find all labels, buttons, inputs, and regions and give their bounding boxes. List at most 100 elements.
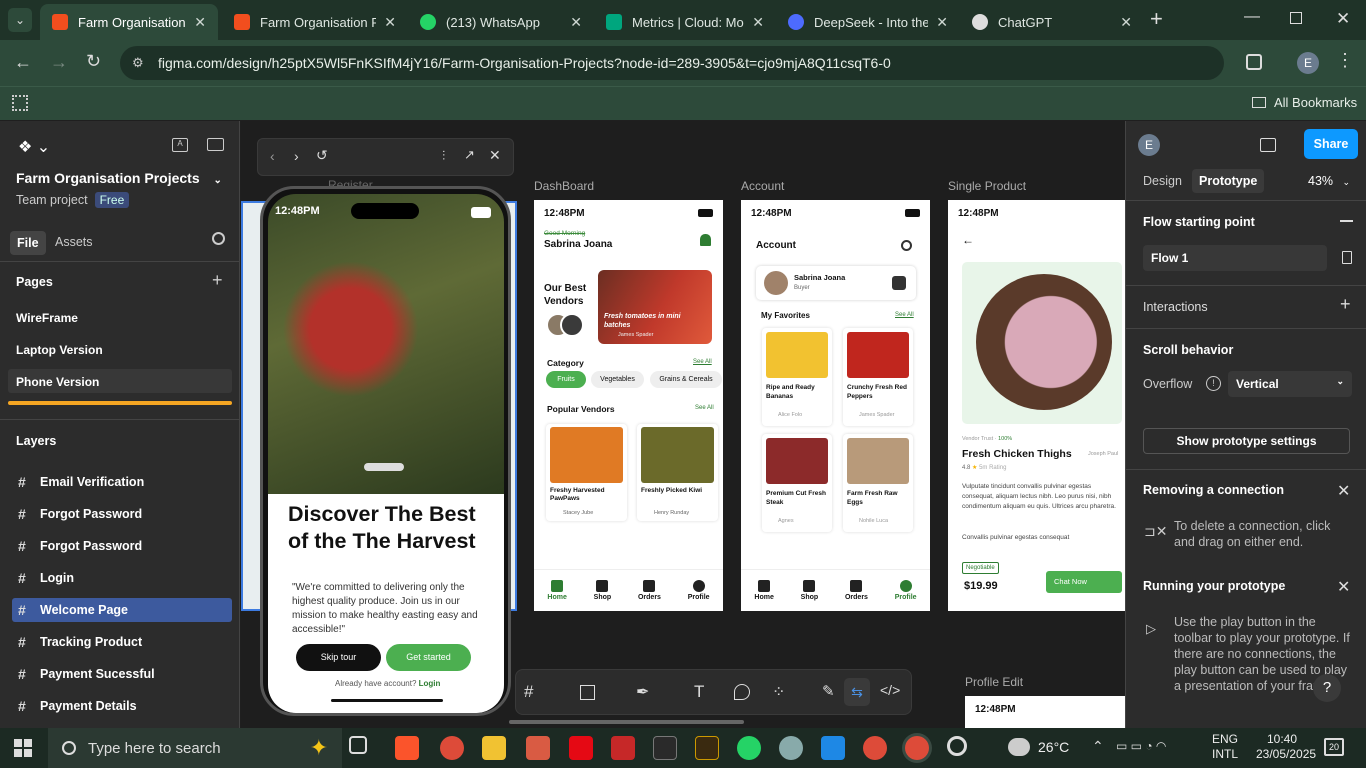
app-icon[interactable] — [526, 736, 550, 760]
layer-login[interactable]: # Login — [12, 566, 232, 590]
canvas-scrollbar[interactable] — [509, 720, 744, 724]
favorite-card[interactable]: Premium Cut Fresh Steak Agnes — [762, 434, 832, 532]
login-link[interactable]: Login — [419, 679, 441, 688]
next-frame-icon[interactable]: › — [294, 148, 299, 164]
pages-resize-handle[interactable] — [8, 401, 232, 405]
assets-tab[interactable]: Assets — [55, 235, 93, 249]
single-product-frame[interactable]: 12:48PM ← Vendor Trust · 100% Fresh Chic… — [948, 200, 1125, 611]
app-icon[interactable] — [611, 736, 635, 760]
design-tab[interactable]: Design — [1143, 174, 1182, 188]
task-view-icon[interactable] — [349, 736, 367, 754]
prototype-mode-icon[interactable]: ⇆ — [844, 678, 870, 706]
flow-details-icon[interactable] — [1342, 251, 1352, 264]
site-info-icon[interactable]: ⚙ — [132, 55, 144, 71]
chevron-up-icon[interactable]: ⌃ — [1092, 738, 1104, 755]
tab-figma-1[interactable]: Farm Organisation Pr✕ — [40, 4, 218, 40]
minimize-button[interactable]: — — [1244, 8, 1260, 26]
back-arrow-icon[interactable]: ← — [962, 233, 974, 247]
tray-icons[interactable]: ▭ ▭ ◔ ◠ — [1116, 739, 1166, 753]
profile-card[interactable]: Sabrina Joana Buyer — [756, 266, 916, 300]
layer-forgot-password[interactable]: # Forgot Password — [12, 502, 232, 526]
user-avatar[interactable]: E — [1138, 134, 1160, 156]
frame-label-profile-edit[interactable]: Profile Edit — [965, 675, 1023, 689]
add-interaction-button[interactable]: + — [1340, 294, 1351, 315]
vscode-icon[interactable] — [821, 736, 845, 760]
category-chip-grains[interactable]: Grains & Cereals — [650, 371, 722, 388]
figma-menu-icon[interactable]: ❖ ⌄ — [18, 137, 50, 157]
get-started-button[interactable]: Get started — [386, 644, 471, 671]
close-icon[interactable]: ✕ — [570, 14, 582, 31]
tab-chatgpt[interactable]: ChatGPT ✕ — [960, 4, 1144, 40]
reload-button[interactable]: ↻ — [86, 51, 101, 72]
app-icon[interactable] — [695, 736, 719, 760]
nav-shop[interactable]: Shop — [594, 580, 611, 601]
project-title[interactable]: Farm Organisation Projects ⌄ — [16, 170, 222, 186]
dashboard-frame[interactable]: 12:48PM Good Morning Sabrina Joana Our B… — [534, 200, 723, 611]
nav-home[interactable]: Home — [547, 580, 567, 601]
favorite-card[interactable]: Ripe and Ready Bananas Alice Folo — [762, 328, 832, 426]
restart-icon[interactable]: ↺ — [316, 147, 328, 164]
open-external-icon[interactable]: ↗ — [464, 147, 475, 163]
close-icon[interactable]: ✕ — [384, 14, 396, 31]
page-item-wireframe[interactable]: WireFrame — [16, 311, 78, 325]
layer-payment-successful[interactable]: # Payment Sucessful — [12, 662, 232, 686]
layer-payment-details[interactable]: # Payment Details — [12, 694, 232, 718]
clock[interactable]: 10:40 23/05/2025 — [1256, 732, 1316, 762]
netflix-icon[interactable] — [569, 736, 593, 760]
settings-sliders-icon[interactable]: ⫶ — [442, 148, 445, 164]
close-icon[interactable]: ✕ — [1337, 481, 1350, 501]
tab-metrics[interactable]: Metrics | Cloud: Mon ✕ — [594, 4, 776, 40]
favorite-card[interactable]: Farm Fresh Raw Eggs Nohile Luca — [843, 434, 913, 532]
temperature[interactable]: 26°C — [1038, 739, 1069, 755]
nav-profile[interactable]: Profile — [688, 580, 710, 601]
help-button[interactable]: ? — [1313, 674, 1341, 702]
nav-orders[interactable]: Orders — [845, 580, 868, 601]
chrome-icon[interactable] — [440, 736, 464, 760]
tab-whatsapp[interactable]: (213) WhatsApp ✕ — [408, 4, 594, 40]
layer-welcome-page[interactable]: # Welcome Page — [12, 598, 232, 622]
close-icon[interactable]: ✕ — [1120, 14, 1132, 31]
close-icon[interactable]: ✕ — [1337, 577, 1350, 597]
ai-icon[interactable]: A — [172, 138, 188, 152]
close-icon[interactable]: ✕ — [936, 14, 948, 31]
settings-gear-icon[interactable] — [901, 240, 912, 251]
prev-frame-icon[interactable]: ‹ — [270, 148, 275, 164]
text-tool-icon[interactable]: T — [694, 682, 704, 702]
product-card[interactable]: Freshy Harvested PawPaws Stacey Jube — [546, 424, 627, 521]
apps-grid-icon[interactable] — [12, 95, 28, 111]
url-bar[interactable]: ⚙ figma.com/design/h25ptX5Wl5FnKSIfM4jY1… — [120, 46, 1224, 80]
vendor-avatars[interactable] — [546, 313, 586, 337]
comment-tool-icon[interactable] — [734, 684, 750, 700]
frame-label-account[interactable]: Account — [741, 179, 784, 193]
window-close-button[interactable]: ✕ — [1336, 9, 1350, 29]
nav-profile[interactable]: Profile — [895, 580, 917, 601]
search-icon[interactable] — [212, 232, 225, 245]
favorite-card[interactable]: Crunchy Fresh Red Peppers James Spader — [843, 328, 913, 426]
nav-home[interactable]: Home — [754, 580, 774, 601]
account-frame[interactable]: 12:48PM Account Sabrina Joana Buyer My F… — [741, 200, 930, 611]
file-tab[interactable]: File — [10, 231, 46, 255]
frame-label-dashboard[interactable]: DashBoard — [534, 179, 594, 193]
tab-deepseek[interactable]: DeepSeek - Into the U✕ — [776, 4, 960, 40]
file-explorer-icon[interactable] — [482, 736, 506, 760]
whatsapp-icon[interactable] — [737, 736, 761, 760]
restore-button[interactable] — [1290, 12, 1302, 24]
all-bookmarks-link[interactable]: All Bookmarks — [1252, 95, 1357, 110]
flow-name-field[interactable]: Flow 1 — [1143, 245, 1327, 271]
product-card[interactable]: Freshly Picked Kiwi Henry Runday — [637, 424, 718, 521]
page-item-laptop[interactable]: Laptop Version — [16, 343, 103, 357]
extensions-icon[interactable] — [1246, 54, 1262, 70]
dev-mode-icon[interactable]: </> — [880, 682, 900, 698]
back-button[interactable]: ← — [14, 52, 32, 73]
remove-flow-icon[interactable] — [1340, 220, 1353, 222]
page-item-phone[interactable]: Phone Version — [8, 369, 232, 393]
app-icon[interactable] — [653, 736, 677, 760]
carousel-dots[interactable] — [364, 463, 404, 471]
figma-canvas[interactable]: Register DashBoard 12:48PM Good Morning … — [241, 121, 1125, 728]
components-tool-icon[interactable]: ⁘ — [772, 682, 785, 702]
layer-email-verification[interactable]: # Email Verification — [12, 470, 232, 494]
info-icon[interactable]: ! — [1206, 376, 1221, 391]
close-icon[interactable]: ✕ — [752, 14, 764, 31]
app-icon[interactable] — [779, 736, 803, 760]
category-chip-fruits[interactable]: Fruits — [546, 371, 586, 388]
